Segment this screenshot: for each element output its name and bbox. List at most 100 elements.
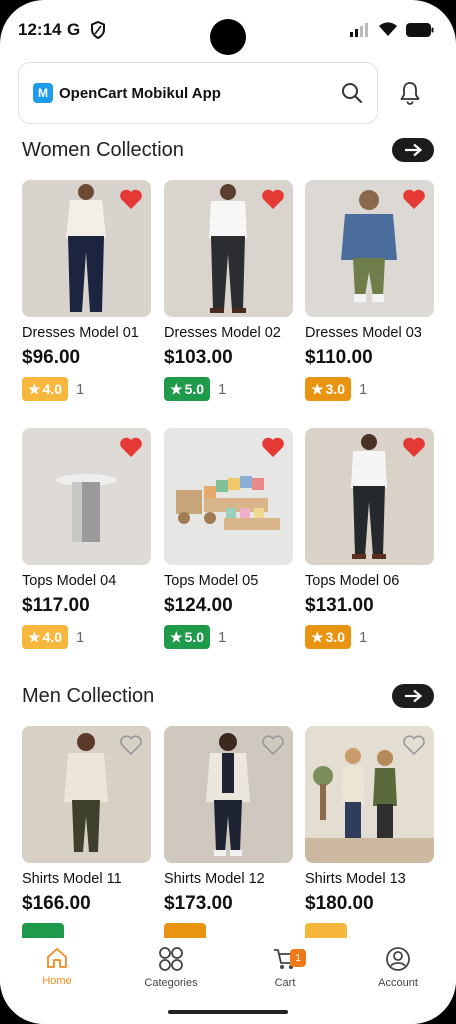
product-price: $117.00: [22, 595, 90, 616]
see-all-button[interactable]: [392, 138, 434, 162]
product-image[interactable]: [164, 726, 293, 863]
heart-icon[interactable]: [119, 188, 143, 210]
heart-outline-icon[interactable]: [261, 734, 285, 756]
product-image[interactable]: [305, 428, 434, 565]
bell-icon[interactable]: [398, 80, 422, 106]
rating-count: 1: [359, 628, 368, 646]
rating-value: 4.0: [42, 381, 63, 397]
nav-account[interactable]: Account: [358, 946, 438, 989]
rating-value: 3.0: [325, 381, 346, 397]
rating-badge: ★ 5.0: [164, 377, 211, 401]
rating-count: 1: [218, 380, 227, 398]
product-card[interactable]: Tops Model 04 $117.00 ★ 4.0 1: [22, 428, 151, 649]
star-icon: ★: [311, 628, 324, 645]
account-icon: [386, 947, 410, 971]
shield-icon: [91, 21, 105, 39]
product-image[interactable]: [164, 180, 293, 317]
product-price: $103.00: [164, 347, 233, 368]
arrow-right-icon: [405, 143, 423, 157]
phone-screen: 12:14 G M OpenCart Mobikul App Women Col…: [0, 0, 456, 1024]
rating-badge: ★ 3.0: [305, 625, 352, 649]
star-icon: ★: [28, 380, 41, 397]
nav-cart[interactable]: 1 Cart: [245, 946, 325, 989]
product-name[interactable]: Dresses Model 03: [305, 325, 434, 341]
nav-categories[interactable]: Categories: [131, 946, 211, 989]
wifi-icon: [379, 22, 397, 36]
cart-count-badge: 1: [290, 949, 306, 967]
product-name[interactable]: Shirts Model 11: [22, 871, 151, 887]
product-name[interactable]: Dresses Model 02: [164, 325, 293, 341]
status-time: 12:14: [18, 20, 62, 39]
product-image[interactable]: [305, 180, 434, 317]
product-name[interactable]: Dresses Model 01: [22, 325, 151, 341]
rating-value: 5.0: [184, 629, 205, 645]
rating-badge: ★ 5.0: [164, 625, 211, 649]
product-name[interactable]: Tops Model 05: [164, 573, 293, 589]
nav-label: Categories: [144, 977, 198, 989]
product-price: $180.00: [305, 893, 374, 914]
product-image[interactable]: [305, 726, 434, 863]
heart-icon[interactable]: [261, 188, 285, 210]
product-price: $96.00: [22, 347, 81, 368]
rating-count: 1: [76, 628, 85, 646]
signal-icon: [350, 22, 368, 37]
product-name[interactable]: Shirts Model 12: [164, 871, 293, 887]
heart-icon[interactable]: [261, 436, 285, 458]
rating-count: 1: [359, 380, 368, 398]
status-bar: 12:14 G: [0, 0, 456, 60]
product-card[interactable]: Shirts Model 11 $166.00: [22, 726, 151, 947]
product-image[interactable]: [164, 428, 293, 565]
section-header-men: Men Collection: [22, 682, 434, 710]
product-price: $124.00: [164, 595, 233, 616]
star-icon: ★: [311, 380, 324, 397]
product-card[interactable]: Shirts Model 12 $173.00: [164, 726, 293, 947]
heart-outline-icon[interactable]: [119, 734, 143, 756]
rating-value: 4.0: [42, 629, 63, 645]
product-price: $131.00: [305, 595, 374, 616]
rating-badge: ★ 4.0: [22, 377, 69, 401]
product-card[interactable]: Shirts Model 13 $180.00: [305, 726, 434, 947]
grid-icon: [159, 947, 183, 971]
star-icon: ★: [170, 380, 183, 397]
battery-icon: [406, 22, 434, 37]
see-all-button[interactable]: [392, 684, 434, 708]
rating-badge: ★ 3.0: [305, 377, 352, 401]
section-header-women: Women Collection: [22, 136, 434, 164]
product-price: $166.00: [22, 893, 91, 914]
nav-label: Account: [378, 977, 418, 989]
rating-count: 1: [218, 628, 227, 646]
product-card[interactable]: Tops Model 06 $131.00 ★ 3.0 1: [305, 428, 434, 649]
product-name[interactable]: Shirts Model 13: [305, 871, 434, 887]
product-image[interactable]: [22, 180, 151, 317]
product-card[interactable]: Dresses Model 03 $110.00 ★ 3.0 1: [305, 180, 434, 401]
camera-cutout: [210, 19, 246, 55]
home-indicator: [168, 1010, 288, 1014]
search-bar[interactable]: M OpenCart Mobikul App: [18, 62, 378, 124]
product-card[interactable]: Dresses Model 01 $96.00 ★ 4.0 1: [22, 180, 151, 401]
product-card[interactable]: Tops Model 05 $124.00 ★ 5.0 1: [164, 428, 293, 649]
heart-icon[interactable]: [402, 436, 426, 458]
nav-label: Cart: [274, 977, 296, 989]
product-name[interactable]: Tops Model 06: [305, 573, 434, 589]
product-card[interactable]: Dresses Model 02 $103.00 ★ 5.0 1: [164, 180, 293, 401]
section-title: Men Collection: [22, 684, 155, 707]
product-image[interactable]: [22, 428, 151, 565]
google-icon: G: [67, 20, 81, 39]
rating-badge: ★ 4.0: [22, 625, 69, 649]
product-name[interactable]: Tops Model 04: [22, 573, 151, 589]
heart-icon[interactable]: [402, 188, 426, 210]
star-icon: ★: [170, 628, 183, 645]
heart-outline-icon[interactable]: [402, 734, 426, 756]
rating-count: 1: [76, 380, 85, 398]
star-icon: ★: [28, 628, 41, 645]
heart-icon[interactable]: [119, 436, 143, 458]
app-logo: M: [33, 83, 53, 103]
arrow-right-icon: [405, 689, 423, 703]
product-image[interactable]: [22, 726, 151, 863]
rating-value: 3.0: [325, 629, 346, 645]
search-icon[interactable]: [341, 82, 363, 104]
nav-home[interactable]: Home: [17, 946, 97, 987]
app-title: OpenCart Mobikul App: [59, 84, 221, 102]
nav-label: Home: [42, 975, 72, 987]
rating-value: 5.0: [184, 381, 205, 397]
